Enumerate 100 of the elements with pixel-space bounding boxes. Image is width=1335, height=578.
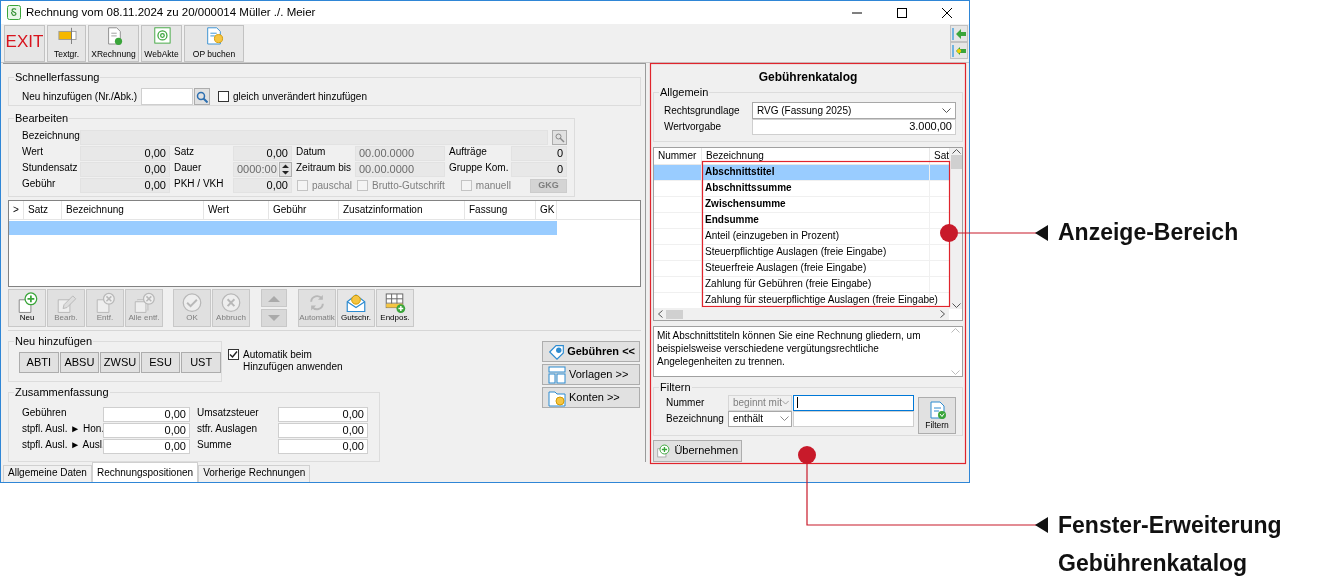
input-field: 0 xyxy=(511,146,567,161)
move-down-button[interactable] xyxy=(261,309,287,327)
column-header: Bezeichnung xyxy=(62,201,204,220)
panel-button[interactable]: Gebühren << xyxy=(542,341,640,362)
search-button[interactable] xyxy=(194,88,210,105)
field-label: Dauer xyxy=(174,162,203,175)
input-field: 00.00.0000 xyxy=(355,162,445,177)
scroll-right-icon xyxy=(940,310,945,319)
field-label: Stundensatz xyxy=(22,162,79,175)
toolbar-button[interactable]: XRechnung xyxy=(88,25,139,62)
collapse-button[interactable] xyxy=(950,25,968,42)
input-field: 0,00 xyxy=(278,407,368,422)
down-arrow-icon xyxy=(268,314,280,322)
group-title: Schnellerfassung xyxy=(14,71,101,84)
column-header: > xyxy=(9,201,24,220)
table-row[interactable]: Zahlung für Gebühren (freie Eingabe) xyxy=(654,277,950,293)
tab[interactable]: Rechnungspositionen xyxy=(91,462,199,482)
column-header: Gebühr xyxy=(269,201,339,220)
checkbox[interactable] xyxy=(218,91,229,102)
input-field: 0,00 xyxy=(103,407,190,422)
field-label: stfr. Auslagen xyxy=(197,423,259,436)
toolbar-button[interactable]: Endpos. xyxy=(376,289,414,327)
cancel-icon xyxy=(220,292,242,314)
table-row[interactable] xyxy=(9,221,557,236)
tab[interactable]: Vorherige Rechnungen xyxy=(198,465,311,482)
toolbar-button[interactable]: Textgr. xyxy=(47,25,86,62)
panel-title: Gebührenkatalog xyxy=(757,70,859,85)
field-label: Nummer xyxy=(666,396,706,409)
checkmark-icon xyxy=(229,350,238,359)
input-field[interactable]: 3.000,00 xyxy=(752,119,956,136)
field-label: Zeitraum bis xyxy=(296,162,352,175)
checkbox[interactable] xyxy=(228,349,239,360)
description-text: Mit Abschnittstiteln können Sie eine Rechnung gliedern, um beispielsweise verschiedene vergütungsrechtliche Angelegenheiten zu trennen. xyxy=(656,329,922,369)
column-header: GK xyxy=(536,201,557,220)
filter-button[interactable]: Filtern xyxy=(918,396,956,434)
close-icon xyxy=(941,7,952,18)
maximize-icon xyxy=(896,7,907,18)
tab[interactable]: Allgemeine Daten xyxy=(3,465,92,482)
spin-button[interactable] xyxy=(279,162,292,177)
apply-button[interactable]: Übernehmen xyxy=(653,440,742,462)
checkbox-label: pauschal xyxy=(312,179,353,192)
scroll-thumb[interactable] xyxy=(666,310,683,319)
field-label: Datum xyxy=(296,146,327,159)
field-label: PKH / VKH xyxy=(174,178,225,191)
document-check-icon xyxy=(927,399,947,420)
frame-icon xyxy=(55,26,78,46)
callout-marker-overlay xyxy=(940,224,958,242)
exit-button[interactable]: EXIT xyxy=(4,25,45,62)
add-icon xyxy=(657,442,671,461)
panel-button[interactable]: Vorlagen >> xyxy=(542,364,640,385)
vertical-scrollbar[interactable] xyxy=(950,148,962,309)
column-header: Wert xyxy=(204,201,269,220)
column-header: Nummer xyxy=(654,148,702,164)
window-title: Rechnung vom 08.11.2024 zu 20/000014 Müller ./. Meier xyxy=(26,5,316,20)
toolbar-button[interactable]: OP buchen xyxy=(184,25,244,62)
panel-button[interactable]: Konten >> xyxy=(542,387,640,408)
check-icon xyxy=(181,292,203,314)
input-field: 0,00 xyxy=(80,178,170,193)
field-label: Rechtsgrundlage xyxy=(664,104,741,117)
field-label: Bezeichnung xyxy=(22,130,80,143)
scroll-up-icon xyxy=(951,327,960,333)
table-row[interactable]: Steuerfreie Auslagen (freie Eingabe) xyxy=(654,261,950,277)
input-field: 0,00 xyxy=(233,178,292,193)
envelope-coin-icon xyxy=(345,292,367,314)
group-title: Filtern xyxy=(659,380,692,394)
vertical-scrollbar[interactable] xyxy=(949,327,962,376)
add-button[interactable]: ESU xyxy=(140,352,181,373)
group-title: Bearbeiten xyxy=(14,112,70,125)
toolbar-button[interactable]: WebAkte xyxy=(141,25,182,62)
input-field: 0,00 xyxy=(278,423,368,438)
pencil-icon xyxy=(55,292,77,314)
column-header: Bezeichnung xyxy=(702,148,930,164)
horizontal-scrollbar[interactable] xyxy=(654,309,949,320)
table-row[interactable]: Zwischensumme xyxy=(654,197,950,213)
add-button[interactable]: UST xyxy=(181,352,221,373)
scroll-left-icon xyxy=(658,310,663,319)
input-field: 0,00 xyxy=(80,162,170,177)
add-document-icon xyxy=(16,292,38,314)
picker-button[interactable] xyxy=(552,130,567,145)
input-field: 0,00 xyxy=(80,146,170,161)
table-row[interactable]: Abschnittssumme xyxy=(654,181,950,197)
add-button[interactable]: ABTI xyxy=(19,352,59,373)
chevron-down-icon xyxy=(781,400,789,406)
scroll-thumb[interactable] xyxy=(950,155,962,169)
field-label: Neu hinzufügen (Nr./Abk.) xyxy=(22,90,139,103)
remove-document-icon xyxy=(94,292,116,314)
up-arrow-icon xyxy=(268,294,280,302)
field-label: Wertvorgabe xyxy=(664,121,723,134)
callout-text: Gebührenkatalog xyxy=(1058,549,1248,577)
table-row[interactable]: Steuerpflichtige Auslagen (freie Eingabe) xyxy=(654,245,950,261)
toolbar-button[interactable]: Gutschr. xyxy=(337,289,375,327)
add-button[interactable]: ABSU xyxy=(59,352,100,373)
spin-arrows-icon xyxy=(280,163,291,176)
add-button[interactable]: ZWSU xyxy=(100,352,140,373)
group-title: Neu hinzufügen xyxy=(14,335,94,348)
expand-button[interactable] xyxy=(950,42,968,59)
table-row[interactable]: Zahlung für steuerpflichtige Auslagen (freie Eingabe) xyxy=(654,293,950,309)
dropdown[interactable]: RVG (Fassung 2025) xyxy=(752,102,956,120)
checkbox-label: gleich unverändert hinzufügen xyxy=(233,90,367,103)
toolbar-button[interactable]: Neu xyxy=(8,289,46,327)
